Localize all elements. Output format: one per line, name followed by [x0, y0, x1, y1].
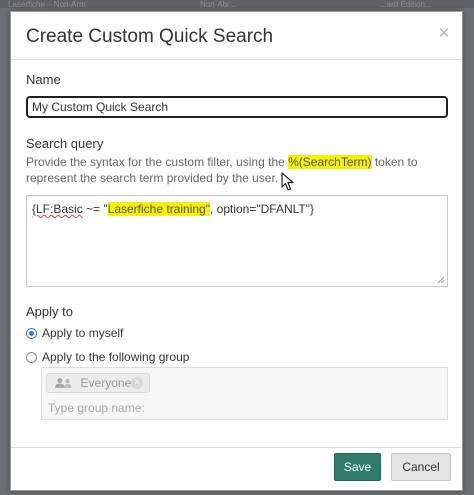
search-query-label: Search query — [26, 136, 104, 151]
name-input[interactable] — [26, 96, 448, 118]
close-icon[interactable]: × — [434, 24, 454, 44]
apply-to-group-option[interactable]: Apply to the following group — [26, 350, 189, 364]
query-text-highlight: Laserfiche training" — [107, 202, 210, 216]
background-text: Non-Abr... — [200, 0, 237, 9]
dialog-title: Create Custom Quick Search — [26, 26, 274, 47]
background-text: Laserfiche – Non-Arm — [8, 0, 86, 9]
name-label: Name — [26, 72, 61, 87]
users-icon — [54, 378, 72, 388]
footer-divider — [11, 447, 462, 448]
save-button[interactable]: Save — [334, 453, 381, 481]
cancel-button[interactable]: Cancel — [391, 453, 451, 481]
search-term-token: %(SearchTerm) — [288, 155, 372, 169]
resize-handle-icon[interactable] — [437, 276, 445, 284]
query-text-part: {LF:Basic — [32, 202, 83, 216]
apply-to-group-label: Apply to the following group — [42, 350, 190, 364]
help-text-before: Provide the syntax for the custom filter… — [26, 155, 289, 169]
apply-to-label: Apply to — [26, 304, 73, 319]
group-name-input — [46, 400, 445, 416]
group-picker: Everyone × — [41, 367, 448, 420]
apply-to-myself-option[interactable]: Apply to myself — [26, 326, 123, 340]
mouse-cursor-icon — [281, 172, 294, 191]
create-quick-search-dialog: Create Custom Quick Search × Name Search… — [10, 11, 463, 491]
apply-to-myself-radio[interactable] — [26, 327, 37, 339]
search-query-textarea[interactable]: {LF:Basic ~= "Laserfiche training", opti… — [26, 195, 448, 287]
apply-to-group-radio[interactable] — [26, 351, 37, 363]
group-chip-label: Everyone — [80, 376, 132, 390]
background-app-strip: Laserfiche – Non-Arm Non-Abr... ...ard E… — [0, 0, 474, 9]
background-text: ...ard Edition... — [380, 0, 432, 9]
remove-chip-icon: × — [131, 377, 143, 389]
search-query-help: Provide the syntax for the custom filter… — [26, 154, 436, 186]
apply-to-myself-label: Apply to myself — [42, 326, 124, 340]
group-chip-everyone: Everyone × — [46, 373, 150, 393]
query-text-part: ~= " — [82, 202, 108, 216]
query-text-part: , option="DFANLT"} — [209, 202, 314, 216]
header-divider — [11, 59, 462, 60]
